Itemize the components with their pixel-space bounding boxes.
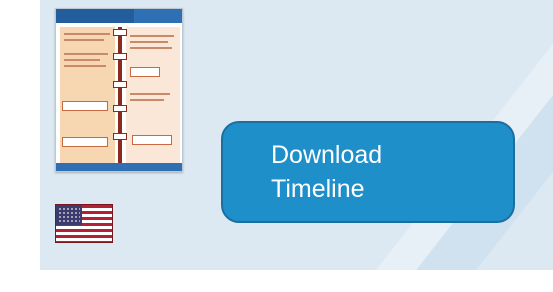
thumbnail-footer [56,163,182,171]
thumbnail-text-line [64,53,108,55]
thumbnail-callout-box [62,137,108,147]
thumbnail-year-marker [113,105,127,112]
thumbnail-text-line [130,99,164,101]
thumbnail-text-line [130,35,174,37]
thumbnail-text-line [130,47,172,49]
thumbnail-year-marker [113,29,127,36]
timeline-document-thumbnail[interactable] [55,8,183,172]
thumbnail-text-line [64,59,100,61]
thumbnail-text-line [64,65,106,67]
download-button-label: Download Timeline [271,141,383,203]
thumbnail-callout-box [130,67,160,77]
flag-canton [56,205,82,225]
thumbnail-timeline-axis [118,27,122,165]
thumbnail-text-line [64,39,104,41]
thumbnail-text-line [130,41,168,43]
thumbnail-text-line [64,33,110,35]
thumbnail-year-marker [113,53,127,60]
thumbnail-text-line [130,93,170,95]
thumbnail-header [56,9,182,23]
us-flag-icon[interactable] [55,204,113,243]
thumbnail-callout-box [132,135,172,145]
thumbnail-header-title [56,9,135,23]
thumbnail-callout-box [62,101,108,111]
thumbnail-year-marker [113,81,127,88]
download-timeline-button[interactable]: Download Timeline [221,121,515,223]
thumbnail-year-marker [113,133,127,140]
